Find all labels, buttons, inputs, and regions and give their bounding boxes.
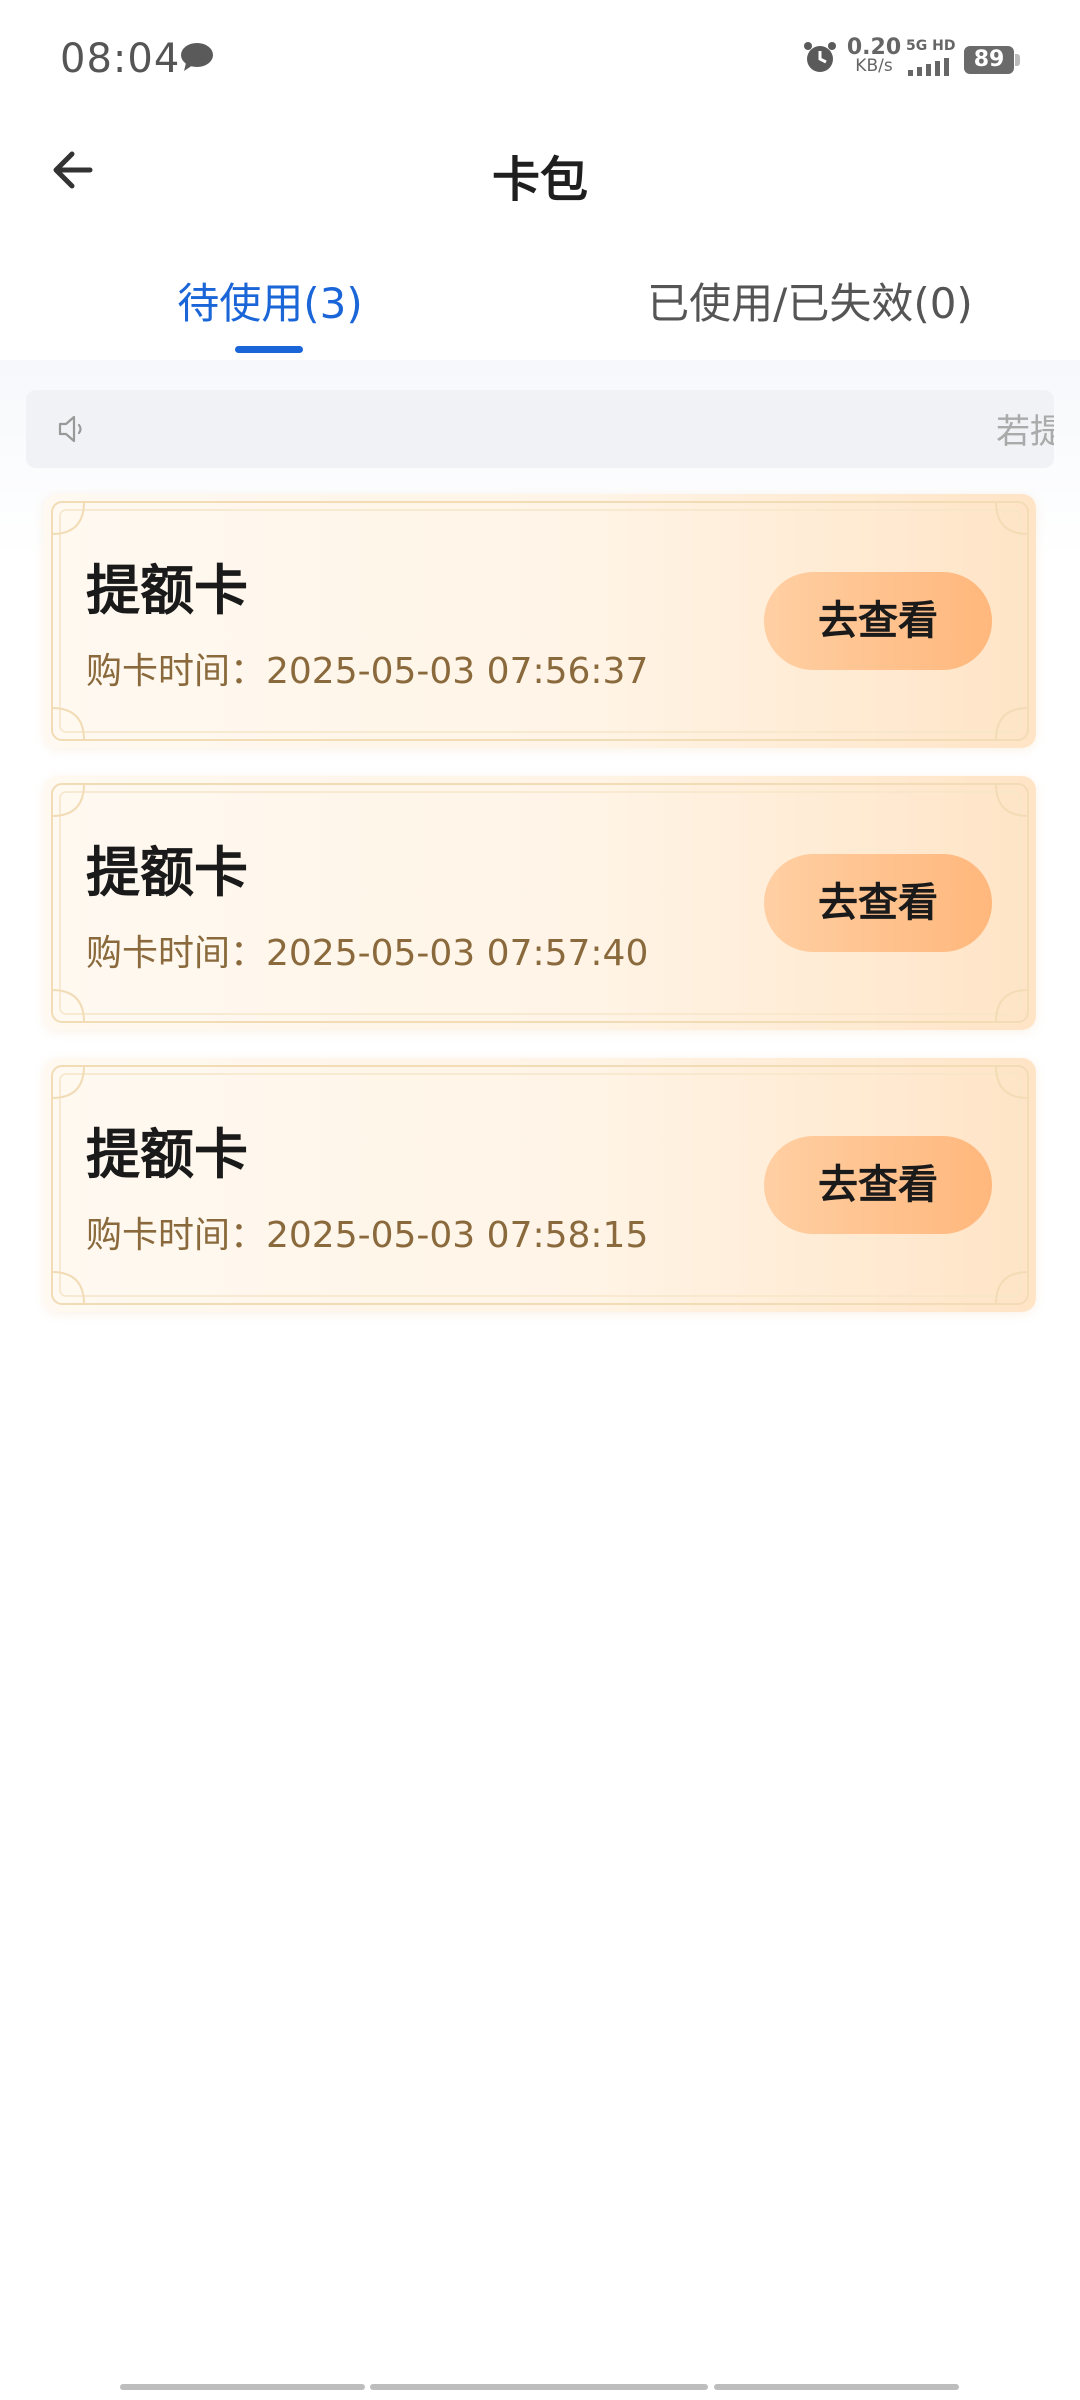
network-type: 5G HD	[906, 38, 956, 54]
card-purchase-time: 购卡时间：2025-05-03 07:58:15	[86, 1215, 649, 1256]
tab-pending[interactable]: 待使用(3)	[0, 270, 540, 331]
card-item[interactable]: 提额卡 购卡时间：2025-05-03 07:56:37 去查看	[44, 494, 1036, 748]
battery-level: 89	[973, 47, 1005, 72]
view-card-button[interactable]: 去查看	[764, 572, 992, 670]
alarm-icon	[804, 42, 836, 72]
card-purchase-time: 购卡时间：2025-05-03 07:57:40	[86, 933, 649, 974]
notice-text: 若提额	[996, 412, 1054, 452]
battery-tip	[1015, 54, 1020, 66]
home-indicator[interactable]	[120, 2384, 365, 2390]
app-header: 卡包	[0, 120, 1080, 220]
chat-bubble-icon	[181, 43, 213, 71]
battery-icon: 89	[964, 46, 1014, 74]
status-bar: 08:04 0.20 KB/s 5G HD 89	[0, 0, 1080, 120]
page-title: 卡包	[491, 152, 588, 208]
tab-used-expired[interactable]: 已使用/已失效(0)	[540, 270, 1080, 331]
tab-bar: 待使用(3) 已使用/已失效(0)	[0, 250, 1080, 360]
card-title: 提额卡	[86, 559, 248, 622]
status-time: 08:04	[60, 36, 181, 82]
tab-active-indicator	[235, 346, 303, 353]
network-speed: 0.20 KB/s	[846, 35, 902, 76]
view-card-button[interactable]: 去查看	[764, 854, 992, 952]
card-list-area: 若提额 提额卡 购卡时间：2025-05-03 07:56:37 去查看 提额卡…	[0, 360, 1080, 2400]
card-item[interactable]: 提额卡 购卡时间：2025-05-03 07:58:15 去查看	[44, 1058, 1036, 1312]
view-card-button[interactable]: 去查看	[764, 1136, 992, 1234]
card-title: 提额卡	[86, 1123, 248, 1186]
card-purchase-time: 购卡时间：2025-05-03 07:56:37	[86, 651, 649, 692]
signal-icon	[908, 58, 949, 76]
speaker-icon	[58, 415, 82, 443]
card-title: 提额卡	[86, 841, 248, 904]
home-indicator[interactable]	[370, 2384, 708, 2390]
network-speed-value: 0.20	[846, 35, 902, 60]
home-indicator[interactable]	[714, 2384, 959, 2390]
card-item[interactable]: 提额卡 购卡时间：2025-05-03 07:57:40 去查看	[44, 776, 1036, 1030]
notice-bar[interactable]: 若提额	[26, 390, 1054, 468]
